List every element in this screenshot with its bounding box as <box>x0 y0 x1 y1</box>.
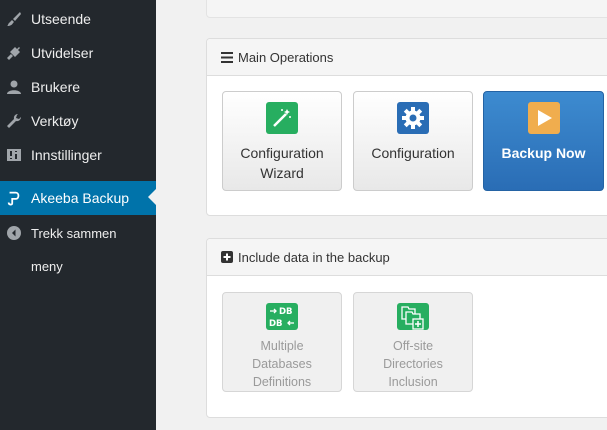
previous-panel <box>206 0 607 18</box>
backup-now-button[interactable]: Backup Now <box>483 91 604 191</box>
database-transfer-icon: DB DB <box>266 303 298 330</box>
sidebar-item-utvidelser[interactable]: Utvidelser <box>0 36 156 70</box>
button-label: Inclusion <box>388 375 438 389</box>
sidebar-item-brukere[interactable]: Brukere <box>0 70 156 104</box>
button-label: Directories <box>383 357 443 371</box>
settings-icon <box>6 147 22 163</box>
sidebar-item-label: Utseende <box>31 11 91 27</box>
collapse-arrow-icon <box>7 226 21 240</box>
folder-add-icon <box>397 303 429 330</box>
button-label: Off-site <box>392 339 434 353</box>
magic-wand-icon <box>266 102 298 134</box>
sidebar-item-label: Innstillinger <box>31 147 102 163</box>
sidebar-item-innstillinger[interactable]: Innstillinger <box>0 138 156 172</box>
collapse-menu-button[interactable]: Trekk sammen meny <box>0 222 156 278</box>
collapse-label-cont: meny <box>31 259 63 274</box>
sidebar-item-utseende[interactable]: Utseende <box>0 2 156 36</box>
sidebar-item-akeeba-backup[interactable]: Akeeba Backup <box>0 181 156 215</box>
user-icon <box>6 79 22 95</box>
sidebar-item-label: Akeeba Backup <box>31 190 130 206</box>
plugin-icon <box>6 45 22 61</box>
main-operations-title: Main Operations <box>238 49 334 65</box>
play-icon <box>527 102 560 134</box>
list-icon <box>221 51 233 63</box>
svg-text:DB: DB <box>279 307 293 317</box>
configuration-wizard-button[interactable]: Configuration Wizard <box>222 91 342 191</box>
akeeba-icon <box>6 190 22 206</box>
gear-icon <box>397 102 429 134</box>
sidebar-item-verktoy[interactable]: Verktøy <box>0 104 156 138</box>
button-label: Configuration <box>240 145 324 161</box>
offsite-directories-button[interactable]: Off-site Directories Inclusion <box>353 292 473 392</box>
collapse-label: Trekk sammen <box>31 225 117 241</box>
include-data-title: Include data in the backup <box>238 249 390 265</box>
button-label: Backup Now <box>501 145 586 161</box>
configuration-button[interactable]: Configuration <box>353 91 473 191</box>
wrench-icon <box>6 113 22 129</box>
svg-text:DB: DB <box>269 319 283 329</box>
multiple-databases-button[interactable]: DB DB Multiple Databases Definitions <box>222 292 342 392</box>
button-label: Configuration <box>371 145 455 161</box>
sidebar-item-label: Verktøy <box>31 113 79 129</box>
brush-icon <box>6 11 22 27</box>
button-label: Multiple <box>260 339 304 353</box>
plus-square-icon <box>221 251 233 263</box>
sidebar-item-label: Brukere <box>31 79 81 95</box>
include-data-header: Include data in the backup <box>207 239 607 276</box>
button-label: Wizard <box>260 165 304 181</box>
button-label: Databases <box>252 357 312 371</box>
sidebar-item-label: Utvidelser <box>31 45 94 61</box>
main-operations-header: Main Operations <box>207 39 607 76</box>
button-label: Definitions <box>252 375 312 389</box>
admin-sidebar: Utseende Utvidelser Brukere Verktøy Inns… <box>0 0 156 430</box>
